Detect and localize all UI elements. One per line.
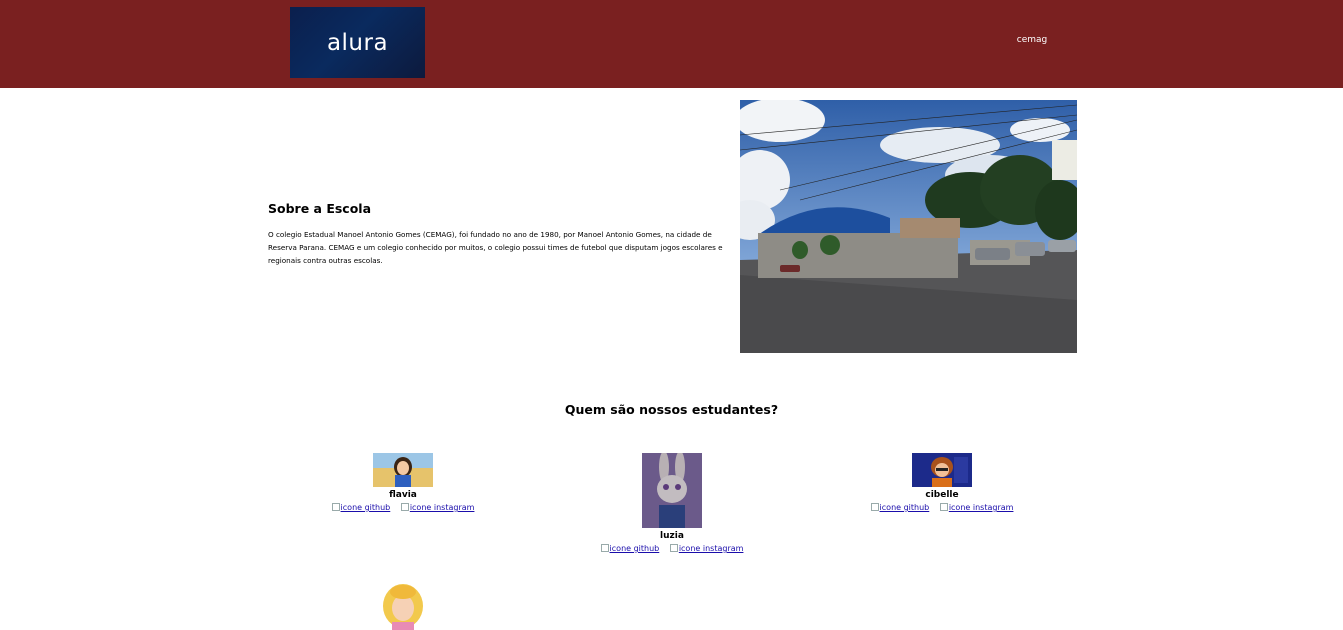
alura-logo[interactable]: alura xyxy=(290,7,425,78)
broken-image-icon xyxy=(669,544,678,552)
nav-link-cemag[interactable]: cemag xyxy=(1010,35,1054,45)
school-photo xyxy=(740,100,1077,353)
avatar-cibelle xyxy=(912,453,972,487)
logo-text: alura xyxy=(326,29,389,56)
github-link-label: icone github xyxy=(340,503,391,512)
about-title: Sobre a Escola xyxy=(268,201,372,216)
student-card-flavia: flavia icone github icone instagram xyxy=(323,453,483,512)
student-card-cibelle: cibelle icone github icone instagram xyxy=(862,453,1022,512)
broken-image-icon xyxy=(939,503,948,511)
broken-image-icon xyxy=(331,503,340,511)
avatar-student-4 xyxy=(383,584,423,630)
student-name: cibelle xyxy=(925,490,959,500)
github-link-label: icone github xyxy=(609,544,660,553)
broken-image-icon xyxy=(870,503,879,511)
student-card-luzia: luzia icone github icone instagram xyxy=(592,453,752,553)
student-name: luzia xyxy=(660,531,684,541)
instagram-link-label: icone instagram xyxy=(948,503,1014,512)
github-link[interactable]: icone github xyxy=(331,503,391,512)
about-text: O colegio Estadual Manoel Antonio Gomes … xyxy=(268,230,723,265)
instagram-link[interactable]: icone instagram xyxy=(939,503,1014,512)
site-header: alura cemag xyxy=(0,0,1343,88)
student-card-4 xyxy=(373,580,433,630)
instagram-link-label: icone instagram xyxy=(409,503,475,512)
broken-image-icon xyxy=(600,544,609,552)
instagram-link-label: icone instagram xyxy=(678,544,744,553)
students-section-title: Quem são nossos estudantes? xyxy=(564,402,779,417)
github-link[interactable]: icone github xyxy=(600,544,660,553)
instagram-link[interactable]: icone instagram xyxy=(400,503,475,512)
instagram-link[interactable]: icone instagram xyxy=(669,544,744,553)
github-link-label: icone github xyxy=(879,503,930,512)
avatar-luzia xyxy=(642,453,702,528)
broken-image-icon xyxy=(400,503,409,511)
student-name: flavia xyxy=(389,490,417,500)
github-link[interactable]: icone github xyxy=(870,503,930,512)
avatar-flavia xyxy=(373,453,433,487)
